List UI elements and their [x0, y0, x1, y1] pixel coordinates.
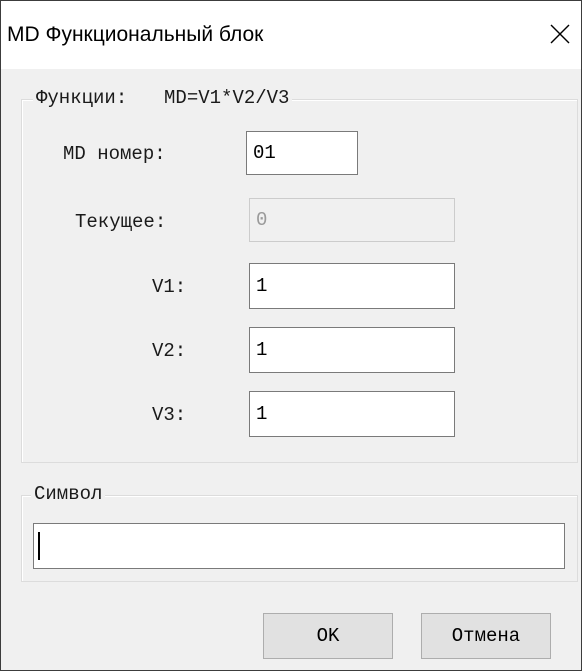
md-number-input[interactable]: 01 — [246, 131, 358, 175]
v3-input[interactable]: 1 — [249, 391, 455, 437]
md-number-label: MD номер: — [63, 143, 166, 165]
v1-input[interactable]: 1 — [249, 263, 455, 309]
v2-input[interactable]: 1 — [249, 327, 455, 373]
v3-label: V3: — [152, 404, 187, 426]
cancel-button-label: Отмена — [451, 625, 521, 647]
md-number-value: 01 — [253, 142, 276, 164]
symbol-legend: Символ — [31, 483, 106, 505]
close-icon — [550, 24, 570, 44]
cancel-button[interactable]: Отмена — [421, 613, 551, 659]
v2-value: 1 — [256, 339, 268, 361]
ok-button[interactable]: OK — [263, 613, 393, 659]
functions-formula: MD=V1*V2/V3 — [164, 87, 290, 109]
md-function-block-dialog: MD Функциональный блок Функции: MD=V1*V2… — [0, 0, 582, 671]
ok-button-label: OK — [316, 625, 340, 647]
close-button[interactable] — [537, 15, 581, 55]
functions-legend: Функции: MD=V1*V2/V3 — [33, 87, 293, 109]
current-value: 0 — [256, 209, 268, 231]
symbol-input[interactable] — [33, 523, 565, 569]
v1-label: V1: — [152, 276, 187, 298]
current-label: Текущее: — [75, 211, 167, 233]
current-value-field: 0 — [249, 198, 455, 242]
v2-label: V2: — [152, 340, 187, 362]
v3-value: 1 — [256, 403, 268, 425]
functions-legend-label: Функции: — [36, 87, 128, 109]
window-title: MD Функциональный блок — [7, 23, 264, 46]
v1-value: 1 — [256, 275, 268, 297]
text-caret — [38, 532, 40, 560]
title-bar: MD Функциональный блок — [1, 1, 581, 69]
